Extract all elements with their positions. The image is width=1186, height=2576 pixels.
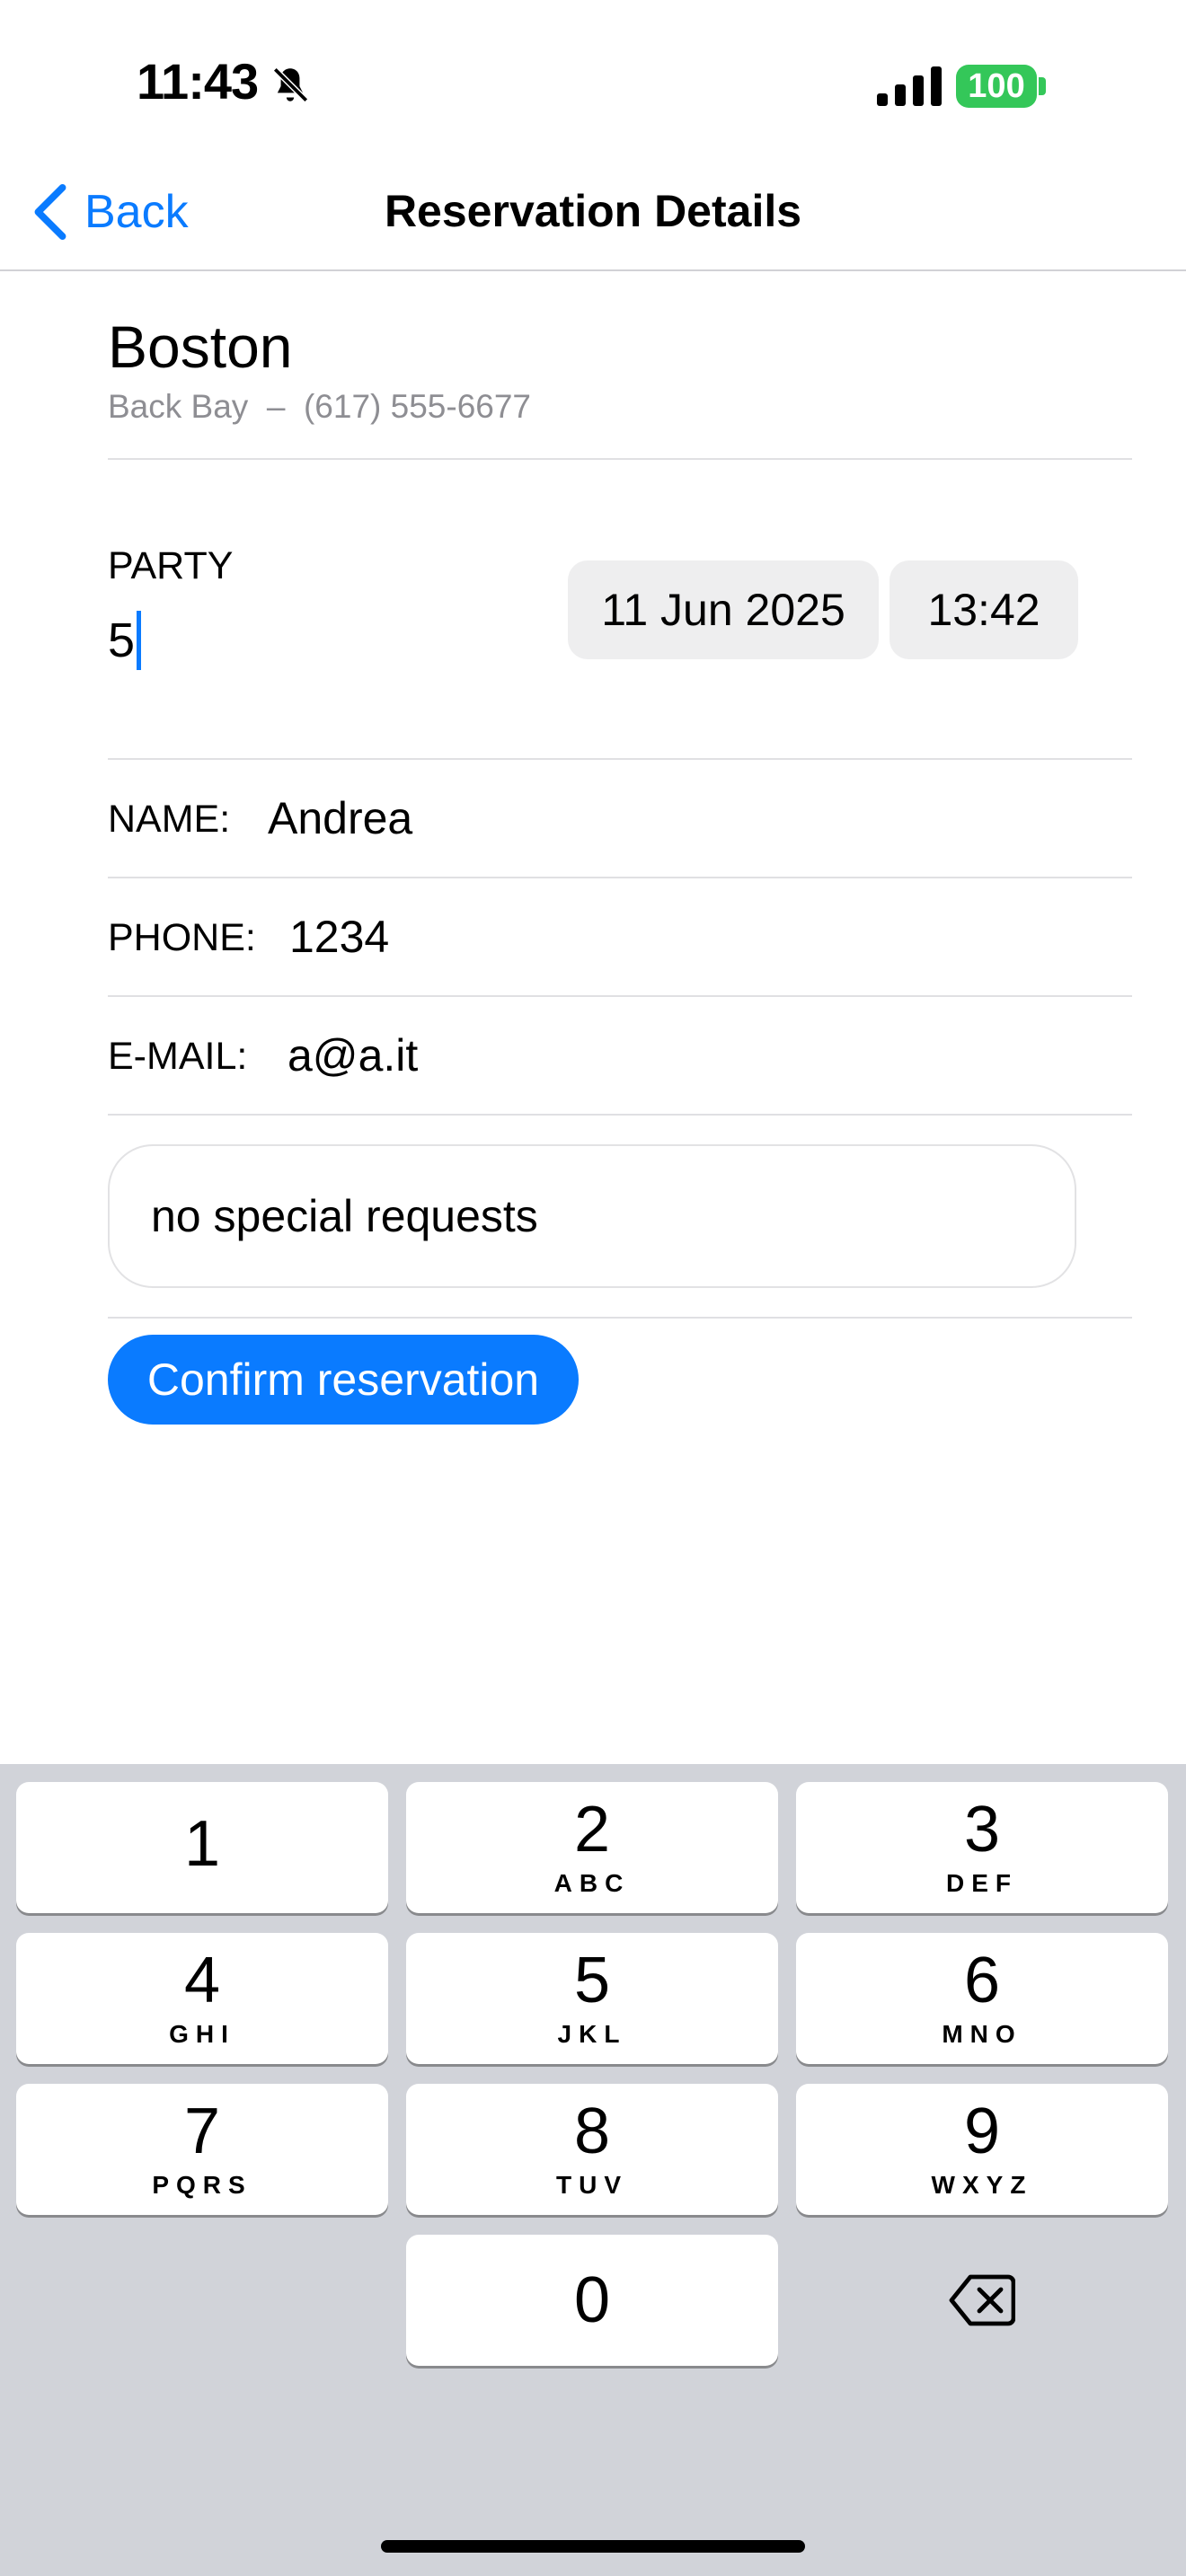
date-picker[interactable]: 11 Jun 2025: [568, 560, 879, 659]
key-digit: 3: [963, 1794, 1001, 1866]
key-digit: 8: [573, 2095, 611, 2167]
cellular-signal-icon: [877, 66, 942, 106]
phone-field[interactable]: 1234: [289, 911, 389, 963]
phone-label: PHONE:: [108, 916, 256, 959]
name-label: NAME:: [108, 798, 231, 841]
key-6[interactable]: 6 MNO: [796, 1933, 1168, 2064]
key-letters: JKL: [557, 2020, 627, 2048]
key-letters: MNO: [942, 2020, 1022, 2048]
key-digit: 9: [963, 2095, 1001, 2167]
divider: [108, 1114, 1132, 1116]
party-input[interactable]: 5: [108, 611, 142, 670]
divider: [108, 877, 1132, 878]
key-2[interactable]: 2 ABC: [406, 1782, 778, 1913]
text-cursor: [137, 611, 142, 670]
page-title: Reservation Details: [384, 186, 802, 236]
battery-tip: [1039, 77, 1046, 95]
divider: [108, 995, 1132, 997]
party-value: 5: [108, 613, 136, 667]
name-field[interactable]: Andrea: [268, 792, 412, 844]
key-7[interactable]: 7 PQRS: [16, 2084, 388, 2215]
home-indicator[interactable]: [381, 2540, 805, 2553]
key-letters: PQRS: [152, 2171, 252, 2199]
confirm-reservation-button[interactable]: Confirm reservation: [108, 1335, 579, 1425]
divider: [108, 1317, 1132, 1319]
time-picker[interactable]: 13:42: [890, 560, 1078, 659]
email-label: E-MAIL:: [108, 1035, 248, 1078]
restaurant-name: Boston: [108, 313, 293, 380]
key-letters: GHI: [169, 2020, 235, 2048]
key-9[interactable]: 9 WXYZ: [796, 2084, 1168, 2215]
key-1[interactable]: 1: [16, 1782, 388, 1913]
nav-divider: [0, 269, 1186, 271]
key-letters: TUV: [556, 2171, 628, 2199]
restaurant-subtitle: Back Bay – (617) 555-6677: [108, 388, 532, 425]
key-letters: WXYZ: [931, 2171, 1033, 2199]
delete-key[interactable]: [796, 2235, 1168, 2366]
special-requests-field[interactable]: no special requests: [108, 1144, 1076, 1288]
status-time: 11:43: [137, 53, 259, 110]
key-4[interactable]: 4 GHI: [16, 1933, 388, 2064]
key-digit: 0: [573, 2264, 611, 2336]
key-8[interactable]: 8 TUV: [406, 2084, 778, 2215]
divider: [108, 458, 1132, 460]
numeric-keypad: 1 2 ABC 3 DEF 4 GHI 5 JKL 6 MNO 7 PQRS 8…: [0, 1764, 1186, 2576]
party-label: PARTY: [108, 544, 234, 587]
key-letters: DEF: [946, 1869, 1018, 1897]
battery-indicator: 100: [956, 65, 1037, 108]
key-letters: ABC: [553, 1869, 631, 1897]
key-digit: 6: [963, 1945, 1001, 2016]
key-digit: 4: [183, 1945, 221, 2016]
key-3[interactable]: 3 DEF: [796, 1782, 1168, 1913]
divider: [108, 758, 1132, 760]
key-digit: 2: [573, 1794, 611, 1866]
key-digit: 1: [183, 1808, 221, 1880]
key-0[interactable]: 0: [406, 2235, 778, 2366]
key-digit: 5: [573, 1945, 611, 2016]
key-5[interactable]: 5 JKL: [406, 1933, 778, 2064]
email-field[interactable]: a@a.it: [288, 1029, 418, 1081]
bell-slash-icon: [272, 66, 309, 103]
delete-backspace-icon: [949, 2274, 1015, 2326]
key-digit: 7: [183, 2095, 221, 2167]
